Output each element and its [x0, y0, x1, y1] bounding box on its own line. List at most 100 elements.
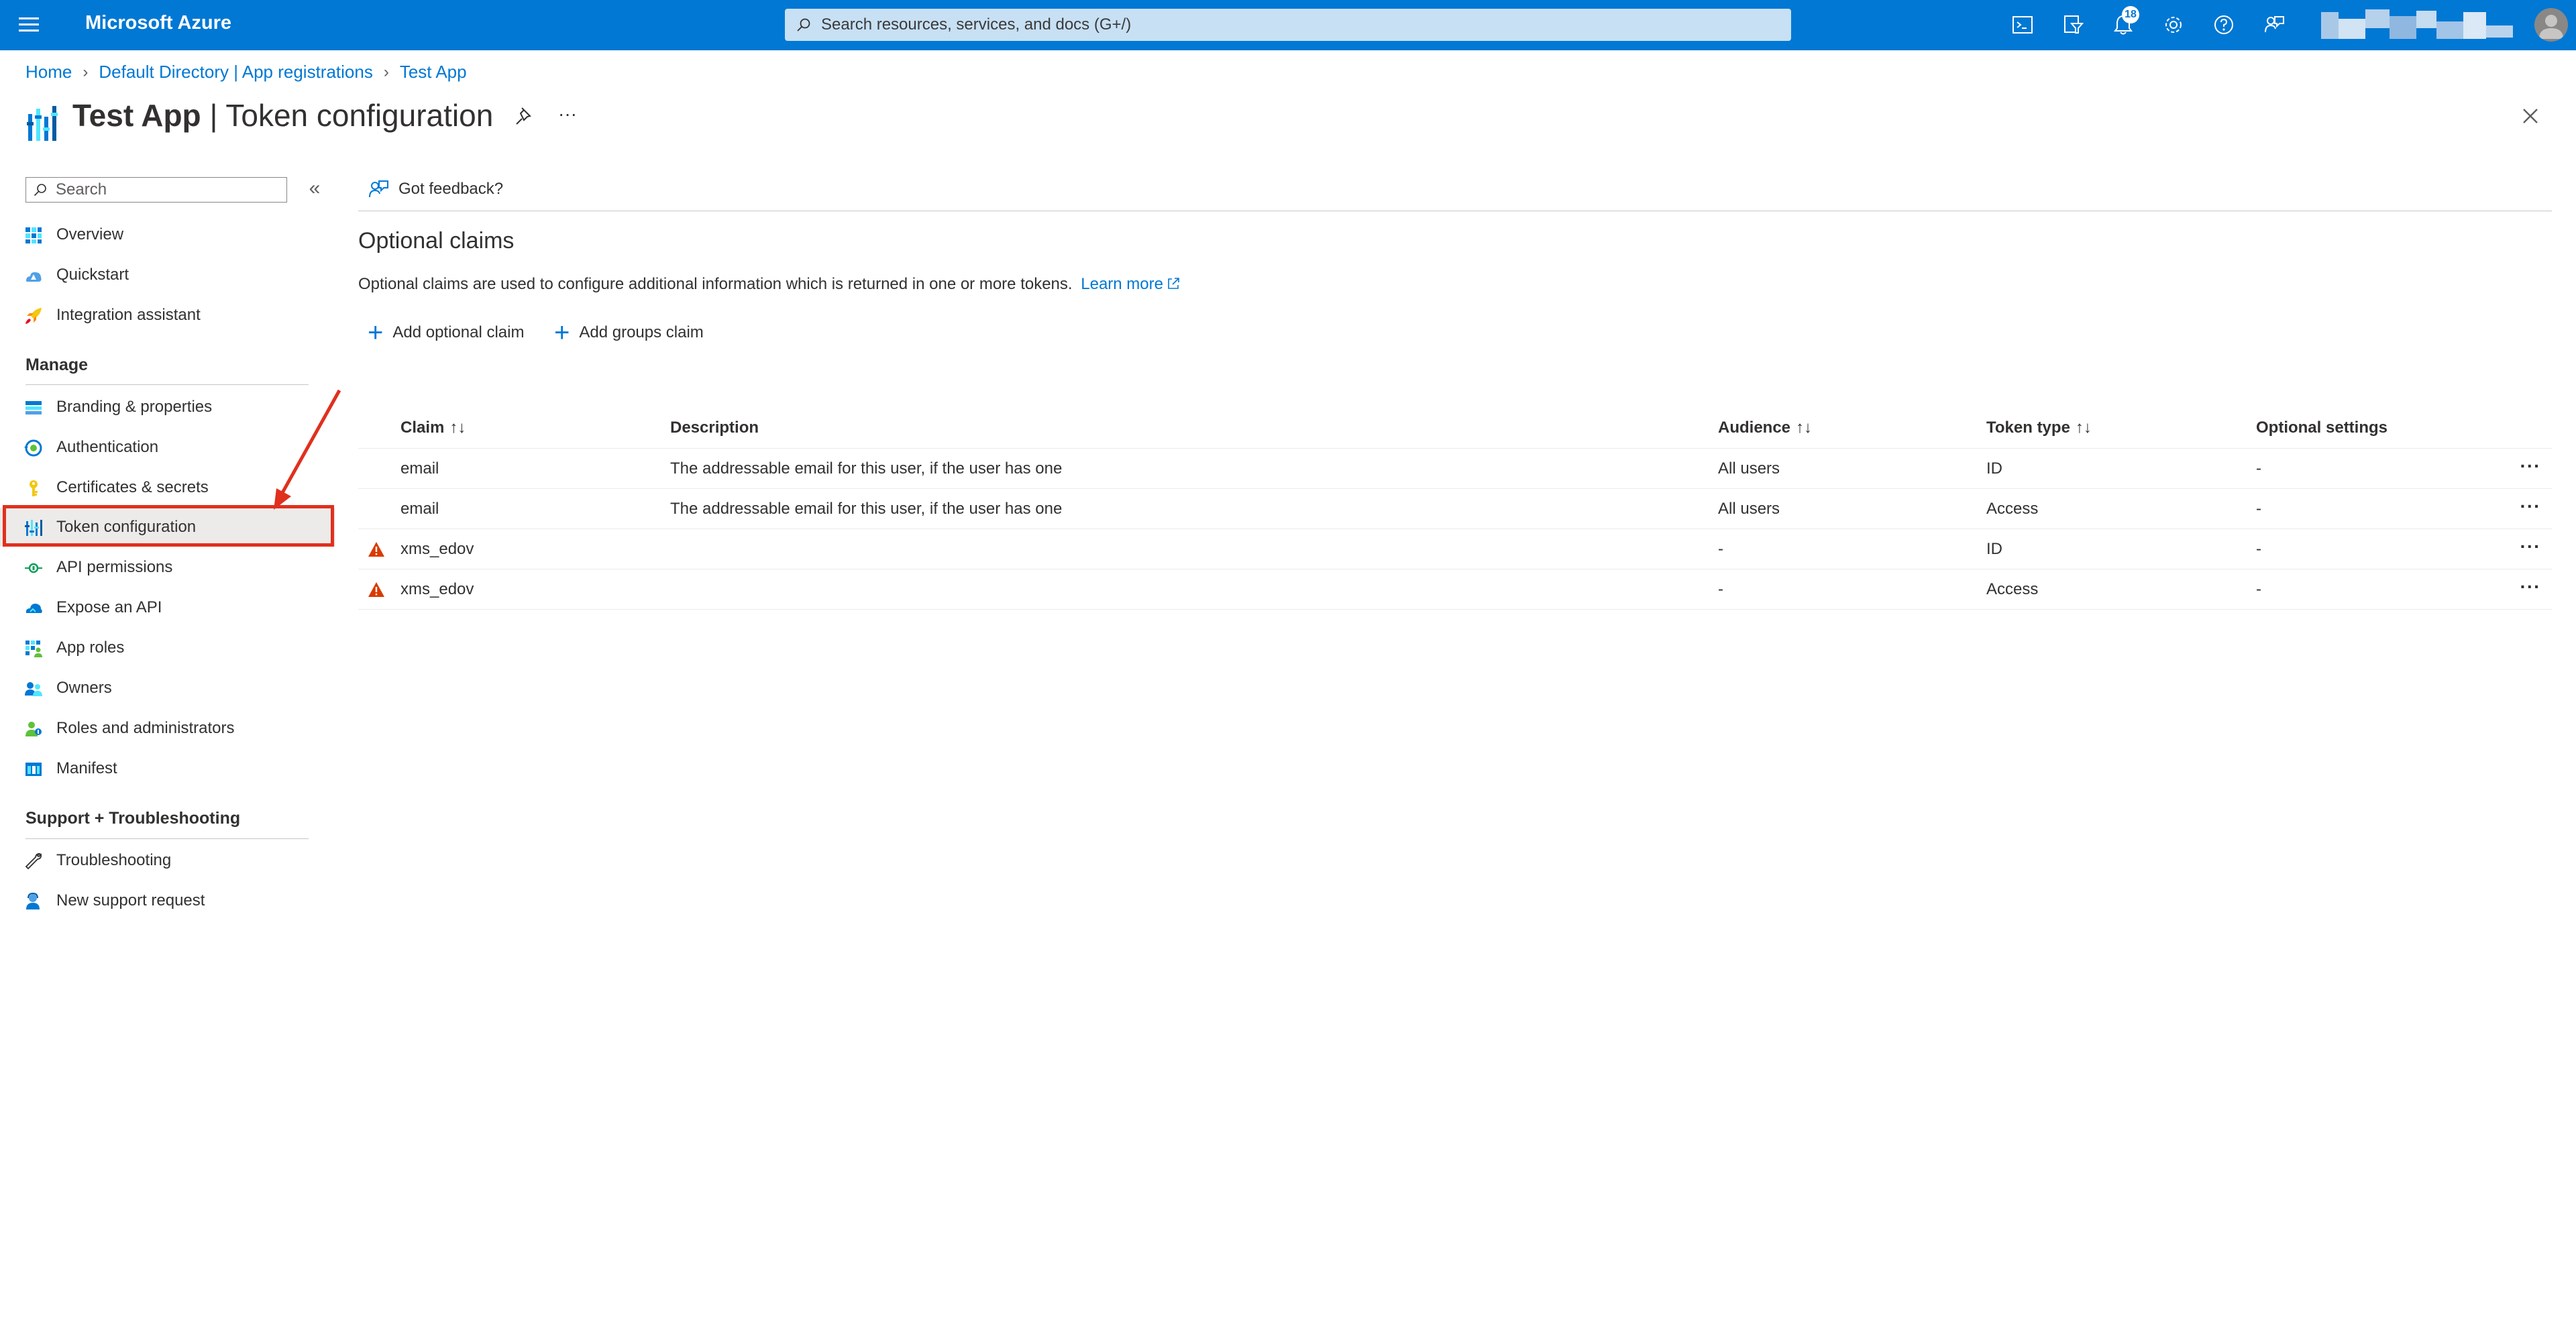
- breadcrumb-home[interactable]: Home: [25, 62, 72, 82]
- global-search-box[interactable]: [785, 9, 1791, 41]
- settings-icon[interactable]: [2160, 11, 2187, 38]
- token-type-cell: Access: [1986, 500, 2039, 518]
- annotation-arrow-icon: [274, 389, 341, 510]
- learn-more-link[interactable]: Learn more: [1081, 275, 1181, 293]
- sidebar-item-label: Owners: [56, 679, 112, 697]
- plus-icon: +: [368, 318, 384, 347]
- sidebar-item-label: Roles and administrators: [56, 719, 235, 737]
- column-header-claim[interactable]: Claim ↑↓: [400, 419, 466, 437]
- rocket-icon: [25, 308, 42, 324]
- audience-cell: All users: [1718, 459, 1780, 478]
- optional-settings-cell: -: [2256, 540, 2261, 558]
- token-type-cell: Access: [1986, 580, 2039, 598]
- sort-icon: ↑↓: [1796, 419, 1813, 437]
- external-link-icon: [1168, 278, 1179, 289]
- optional-settings-cell: -: [2256, 580, 2261, 598]
- sidebar-item-label: Expose an API: [56, 598, 162, 616]
- sidebar-item-label: Manifest: [56, 759, 117, 777]
- cloud-shell-icon[interactable]: [2009, 11, 2036, 38]
- brand-title[interactable]: Microsoft Azure: [85, 12, 231, 34]
- optional-claims-heading: Optional claims: [358, 228, 515, 254]
- audience-cell: All users: [1718, 500, 1780, 518]
- key-icon: [30, 480, 38, 496]
- column-header-description: Description: [670, 419, 759, 437]
- collapse-sidebar-icon[interactable]: «: [303, 178, 326, 201]
- wrench-icon: [25, 852, 42, 870]
- row-more-options-icon[interactable]: ···: [2517, 496, 2544, 520]
- table-row[interactable]: email The addressable email for this use…: [358, 449, 2552, 489]
- global-search-input[interactable]: [820, 15, 1762, 35]
- section-divider: [25, 838, 309, 839]
- sidebar-search-input[interactable]: [54, 180, 278, 200]
- feedback-icon[interactable]: [2261, 11, 2288, 38]
- sidebar-item-manifest[interactable]: Manifest: [0, 749, 335, 788]
- branding-icon: [25, 401, 42, 414]
- sidebar-item-label: Integration assistant: [56, 306, 201, 324]
- row-more-options-icon[interactable]: ···: [2517, 576, 2544, 600]
- sidebar-item-new-support-request[interactable]: New support request: [0, 881, 335, 920]
- sidebar-item-app-roles[interactable]: App roles: [0, 628, 335, 667]
- close-icon[interactable]: [2517, 103, 2544, 129]
- column-header-token-type[interactable]: Token type ↑↓: [1986, 419, 2092, 437]
- sidebar-item-overview[interactable]: Overview: [0, 215, 335, 254]
- sidebar-item-integration-assistant[interactable]: Integration assistant: [0, 296, 335, 335]
- table-row[interactable]: xms_edov - ID - ···: [358, 529, 2552, 569]
- description-cell: The addressable email for this user, if …: [670, 459, 1063, 478]
- token-configuration-icon: [25, 520, 42, 536]
- sort-icon: ↑↓: [449, 419, 466, 437]
- sidebar-item-roles-administrators[interactable]: Roles and administrators: [0, 709, 335, 748]
- manage-section-heading: Manage: [25, 355, 89, 374]
- sidebar-item-label: Authentication: [56, 438, 159, 456]
- sidebar-item-label: Certificates & secrets: [56, 478, 209, 496]
- column-header-optional-settings: Optional settings: [2256, 419, 2388, 437]
- quickstart-icon: [26, 272, 42, 282]
- row-more-options-icon[interactable]: ···: [2517, 455, 2544, 480]
- roles-icon: [25, 722, 42, 736]
- sidebar-item-expose-an-api[interactable]: Expose an API: [0, 588, 335, 627]
- breadcrumb-app-registrations[interactable]: Default Directory | App registrations: [99, 62, 372, 82]
- optional-claims-table: Claim ↑↓ Description Audience ↑↓ Token typ…: [358, 409, 2552, 610]
- app-roles-icon: [25, 641, 42, 657]
- warning-icon: [368, 582, 384, 597]
- top-bar: Microsoft Azure 18: [0, 0, 2576, 50]
- add-optional-claim-button[interactable]: + Add optional claim: [368, 319, 524, 346]
- hamburger-menu-icon[interactable]: [19, 15, 42, 35]
- token-configuration-icon: [27, 106, 58, 141]
- help-icon[interactable]: [2210, 11, 2237, 38]
- avatar[interactable]: [2534, 8, 2568, 42]
- token-type-cell: ID: [1986, 540, 2002, 558]
- token-type-cell: ID: [1986, 459, 2002, 478]
- account-info-redacted[interactable]: [2321, 9, 2522, 42]
- sidebar-item-api-permissions[interactable]: API permissions: [0, 548, 335, 587]
- claim-cell: email: [400, 459, 439, 478]
- search-icon: [797, 18, 810, 32]
- manifest-icon: [25, 763, 42, 776]
- pin-icon[interactable]: [513, 104, 537, 128]
- got-feedback-button[interactable]: Got feedback?: [368, 176, 503, 203]
- table-row[interactable]: xms_edov - Access - ···: [358, 569, 2552, 610]
- sidebar-item-label: Branding & properties: [56, 398, 213, 416]
- more-options-icon[interactable]: ···: [555, 104, 580, 128]
- table-row[interactable]: email The addressable email for this use…: [358, 489, 2552, 529]
- notifications-icon[interactable]: 18: [2110, 6, 2139, 38]
- breadcrumb-test-app[interactable]: Test App: [400, 62, 467, 82]
- sidebar-search-box[interactable]: [25, 177, 287, 203]
- optional-settings-cell: -: [2256, 500, 2261, 518]
- table-header-row: Claim ↑↓ Description Audience ↑↓ Token typ…: [358, 409, 2552, 449]
- authentication-icon: [24, 439, 42, 457]
- directory-filter-icon[interactable]: [2059, 11, 2086, 38]
- row-more-options-icon[interactable]: ···: [2517, 536, 2544, 560]
- column-header-audience[interactable]: Audience ↑↓: [1718, 419, 1812, 437]
- optional-claims-description: Optional claims are used to configure ad…: [358, 275, 1181, 294]
- sidebar-item-quickstart[interactable]: Quickstart: [0, 256, 335, 294]
- claim-cell: xms_edov: [400, 580, 474, 598]
- add-groups-claim-button[interactable]: + Add groups claim: [554, 319, 704, 346]
- sidebar-item-label: Overview: [56, 225, 124, 243]
- support-section-heading: Support + Troubleshooting: [25, 809, 241, 828]
- optional-settings-cell: -: [2256, 459, 2261, 478]
- feedback-label: Got feedback?: [398, 180, 504, 198]
- sidebar-item-troubleshooting[interactable]: Troubleshooting: [0, 841, 335, 880]
- sidebar-item-label: New support request: [56, 891, 205, 909]
- breadcrumb: Home › Default Directory | App registrat…: [25, 62, 467, 82]
- sidebar-item-owners[interactable]: Owners: [0, 669, 335, 708]
